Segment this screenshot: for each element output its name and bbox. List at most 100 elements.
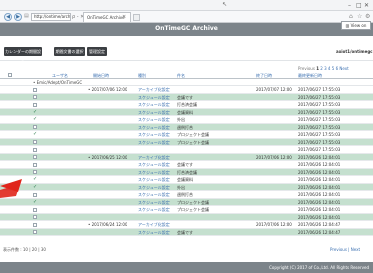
pager-bottom[interactable]: Previous | Next — [330, 247, 360, 252]
cell-updated: 2017/06/26 12:04:47 — [298, 222, 341, 227]
cell-type[interactable]: スケジュール設定 — [138, 177, 170, 182]
cell-type[interactable]: スケジュール設定 — [138, 132, 170, 137]
cell-type[interactable]: アーカイブ化設定 — [138, 155, 170, 160]
cell-type[interactable]: スケジュール設定 — [138, 207, 170, 212]
cell-type[interactable]: スケジュール設定 — [138, 170, 170, 175]
cell-type[interactable]: スケジュール設定 — [138, 192, 170, 197]
row-checkbox[interactable] — [33, 87, 37, 92]
pager-page-1[interactable]: 1 — [316, 66, 319, 71]
row-checkbox[interactable] — [33, 102, 37, 107]
cell-type[interactable]: スケジュール設定 — [138, 200, 170, 205]
url-field[interactable]: http://ontime/archiveb... — [31, 13, 71, 21]
cell-updated: 2017/06/27 17:55:03 — [298, 132, 341, 137]
cell-type[interactable]: スケジュール設定 — [138, 95, 170, 100]
cell-subject: 打合済会議 — [177, 102, 197, 107]
cell-updated: 2017/06/27 17:55:03 — [298, 147, 341, 152]
table-row[interactable]: 2017/06/26 12:04:01 — [0, 213, 373, 221]
cell-type[interactable]: スケジュール設定 — [138, 117, 170, 122]
cell-subject: 会議です — [177, 162, 193, 167]
cell-updated: 2017/06/27 17:55:03 — [298, 87, 341, 92]
table-row[interactable]: スケジュール設定 打合済会議 2017/06/27 17:55:03 — [0, 101, 373, 109]
settings-icon[interactable]: ⚙ — [365, 13, 370, 20]
page-icon: ▤ — [24, 13, 29, 19]
col-end[interactable]: 終了日時 — [256, 73, 272, 78]
cell-type[interactable]: スケジュール設定 — [138, 110, 170, 115]
table-row[interactable]: ✓ スケジュール設定 プロジェクト会議 2017/06/27 17:55:03 — [0, 131, 373, 139]
pager-page-5[interactable]: 5 — [332, 66, 335, 71]
row-checked-icon[interactable]: ✓ — [33, 109, 37, 115]
table-row[interactable]: スケジュール設定 プロジェクト会議 2017/06/26 12:04:01 — [0, 206, 373, 214]
col-start[interactable]: 開始日時 — [93, 73, 109, 78]
group-label[interactable]: • Emic/Adept/OnTimeGC — [33, 80, 82, 85]
cell-type[interactable]: スケジュール設定 — [138, 125, 170, 130]
period-document-button[interactable]: 期間文書の選択 — [54, 47, 85, 56]
group-row[interactable]: • Emic/Adept/OnTimeGC — [0, 79, 373, 86]
cell-updated: 2017/06/27 17:55:03 — [298, 139, 341, 145]
new-tab-button[interactable] — [133, 14, 140, 21]
window-titlebar: – □ ✕ ↖ — [0, 0, 373, 11]
cell-type[interactable]: スケジュール設定 — [138, 185, 170, 190]
close-icon[interactable]: ✕ — [364, 2, 369, 9]
cell-updated: 2017/06/27 17:55:03 — [298, 117, 341, 122]
table-row[interactable]: スケジュール設定 会議です 2017/06/27 17:55:03 — [0, 93, 373, 101]
table-row[interactable]: ✓ スケジュール設定 プロジェクト会議 2017/06/26 12:04:01 — [0, 198, 373, 206]
forward-icon[interactable]: ▶ — [14, 13, 22, 21]
col-user[interactable]: ユーザ名 — [52, 73, 68, 78]
cell-updated: 2017/06/27 17:55:03 — [298, 109, 341, 115]
cell-type[interactable]: スケジュール設定 — [138, 140, 170, 145]
minimize-icon[interactable]: – — [348, 2, 351, 9]
row-checkbox[interactable] — [33, 95, 37, 99]
cell-type[interactable]: スケジュール設定 — [138, 102, 170, 107]
pager-page-2[interactable]: 2 — [320, 66, 323, 71]
favorites-icon[interactable]: ☆ — [357, 13, 362, 20]
col-type[interactable]: 種別 — [138, 73, 146, 78]
cell-end: 2017/07/06 12:00 — [256, 154, 292, 160]
cell-type[interactable]: アーカイブ化設定 — [138, 87, 170, 92]
cell-subject: 外出 — [177, 117, 185, 122]
view-on-button[interactable]: ▥ View on — [341, 21, 371, 30]
home-icon[interactable]: ⌂ — [349, 13, 353, 20]
table-row[interactable]: スケジュール設定 週例打合 2017/06/26 12:04:01 — [0, 191, 373, 199]
table-row[interactable]: 2017/06/27 17:55:03 — [0, 146, 373, 154]
back-icon[interactable]: ◀ — [4, 13, 12, 21]
table-row[interactable]: スケジュール設定 週例打合 2017/06/27 17:55:03 — [0, 123, 373, 131]
admin-settings-button[interactable]: 管理設定 — [87, 47, 107, 56]
row-checkbox[interactable] — [33, 207, 37, 212]
pager-previous[interactable]: Previous — [298, 66, 315, 71]
view-on-label: View on — [350, 23, 367, 28]
pager-next[interactable]: Next — [339, 66, 348, 71]
per-page-selector[interactable]: 表示件数 : 10 | 20 | 30 — [3, 247, 46, 253]
cell-updated: 2017/06/27 17:55:03 — [298, 124, 341, 130]
table-row[interactable]: ✓ スケジュール設定 会議資料 2017/06/26 12:04:01 — [0, 176, 373, 184]
table-row[interactable]: スケジュール設定 打合済会議 2017/06/26 12:04:01 — [0, 168, 373, 176]
tab-close-icon[interactable]: ✕ — [122, 14, 126, 20]
table-row[interactable]: ✓ スケジュール設定 外出 2017/06/26 12:04:01 — [0, 183, 373, 191]
table-row[interactable]: • 2017/07/06 12:00 アーカイブ化設定 2017/07/07 12:… — [0, 86, 373, 94]
pager-page-4[interactable]: 4 — [328, 66, 331, 71]
cell-updated: 2017/06/26 12:04:01 — [298, 192, 341, 197]
cell-type[interactable]: スケジュール設定 — [138, 230, 170, 235]
pager-page-6[interactable]: 6 — [336, 66, 339, 71]
cell-updated: 2017/06/26 12:04:01 — [298, 199, 341, 205]
row-checkbox[interactable] — [33, 215, 37, 219]
table-row[interactable]: ✓ スケジュール設定 外出 2017/06/27 17:55:03 — [0, 116, 373, 124]
row-checkbox[interactable] — [33, 230, 37, 234]
table-row[interactable]: スケジュール設定 会議です 2017/06/26 12:04:01 — [0, 161, 373, 169]
table-row[interactable]: スケジュール設定 会議です 2017/06/26 12:04:47 — [0, 228, 373, 236]
cell-type[interactable]: アーカイブ化設定 — [138, 222, 170, 227]
cell-type[interactable]: スケジュール設定 — [138, 162, 170, 167]
calendar-period-button[interactable]: カレンダーの期間設定 — [4, 47, 42, 63]
table-row[interactable]: • 2017/06/24 12:00 アーカイブ化設定 2017/07/06 12:… — [0, 221, 373, 229]
col-subject[interactable]: 件名 — [177, 73, 185, 78]
cell-subject: 会議です — [177, 229, 193, 235]
cell-updated: 2017/06/26 12:04:01 — [298, 154, 341, 160]
select-all-checkbox[interactable] — [8, 73, 12, 77]
cell-updated: 2017/06/26 12:04:01 — [298, 162, 341, 167]
table-row[interactable]: • 2017/06/25 12:00 アーカイブ化設定 2017/07/06 12:… — [0, 153, 373, 161]
table-row[interactable]: スケジュール設定 プロジェクト会議 2017/06/27 17:55:03 — [0, 138, 373, 146]
maximize-icon[interactable]: □ — [356, 2, 362, 9]
table-row[interactable]: ✓ スケジュール設定 会議資料 2017/06/27 17:55:03 — [0, 108, 373, 116]
row-checkbox[interactable] — [33, 222, 37, 227]
col-updated[interactable]: 最終更新日時 — [298, 73, 322, 78]
pager-page-3[interactable]: 3 — [324, 66, 327, 71]
